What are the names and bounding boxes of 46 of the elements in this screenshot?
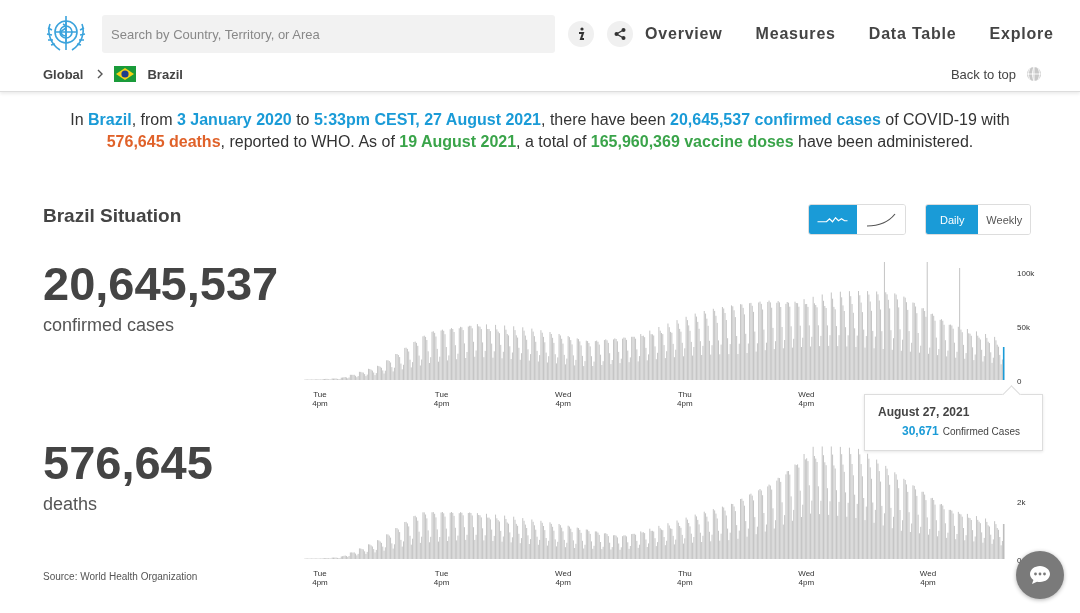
axis-label: Thu 4pm	[677, 569, 693, 587]
figure-caption: confirmed cases	[43, 315, 176, 336]
axis-label: Wed 4pm	[798, 390, 815, 408]
axis-label: Tue 4pm	[433, 569, 450, 587]
total-figure: 576,645	[43, 438, 214, 488]
breadcrumb-link[interactable]: Global	[43, 66, 84, 82]
chat-button[interactable]	[1016, 551, 1064, 599]
axis-label: Wed 4pm	[555, 390, 572, 408]
source-note: Source: World Health Organization	[43, 571, 199, 582]
wave-line-icon	[816, 216, 850, 223]
axis-label: 2k	[1017, 498, 1026, 507]
chat-bubble-icon	[1029, 565, 1051, 585]
tooltip-value: 30,671	[902, 424, 939, 438]
figure-caption: deaths	[43, 494, 99, 515]
total-figure: 20,645,537	[43, 259, 280, 309]
axis-label: Tue 4pm	[312, 390, 328, 408]
search-field[interactable]: Search by Country, Territory, or Area	[102, 15, 555, 53]
nav-link[interactable]: Measures	[755, 25, 836, 43]
info-button[interactable]	[568, 21, 594, 47]
axis-label: 100k	[1017, 269, 1035, 278]
axis-label: Tue 4pm	[433, 390, 450, 408]
axis-label: Wed 4pm	[919, 569, 937, 587]
breadcrumb-link[interactable]: Brazil	[147, 66, 183, 82]
axis-label: 0	[1017, 556, 1022, 565]
summary-text: In Brazil, from 3 January 2020 to 5:33pm CEST, 27 August 2021, there have been 20,645,537 confirmed cases of COVID-19 with 576,645 deaths, reported to WHO. As of 19 August 2021, a total of 165,960,369 vaccine doses have been administered.	[69, 110, 1011, 152]
back-to-top-link[interactable]: Back to top	[950, 66, 1016, 82]
nav-link[interactable]: Explore	[989, 25, 1054, 43]
flag-icon	[114, 66, 137, 82]
axis-label: Tue 4pm	[312, 569, 328, 587]
axis-label: 50k	[1017, 323, 1030, 332]
info-icon	[577, 27, 585, 41]
axis-label: Thu 4pm	[677, 390, 693, 408]
globe-icon[interactable]	[1026, 66, 1042, 82]
axis-label: Wed 4pm	[555, 569, 572, 587]
tooltip-date: August 27, 2021	[878, 405, 971, 419]
share-icon	[614, 28, 626, 40]
daily-wave-button[interactable]	[809, 205, 858, 234]
tooltip-label: Confirmed Cases	[942, 426, 1020, 437]
chevron-icon	[97, 69, 105, 79]
section-title: Brazil Situation	[43, 204, 182, 227]
axis-label: 0	[1017, 377, 1022, 386]
nav-link[interactable]: Data Table	[868, 25, 957, 43]
curve-line-icon	[866, 212, 897, 227]
axis-label: Wed 4pm	[798, 569, 815, 587]
share-button[interactable]	[607, 21, 633, 47]
nav-link[interactable]: Overview	[645, 25, 723, 43]
